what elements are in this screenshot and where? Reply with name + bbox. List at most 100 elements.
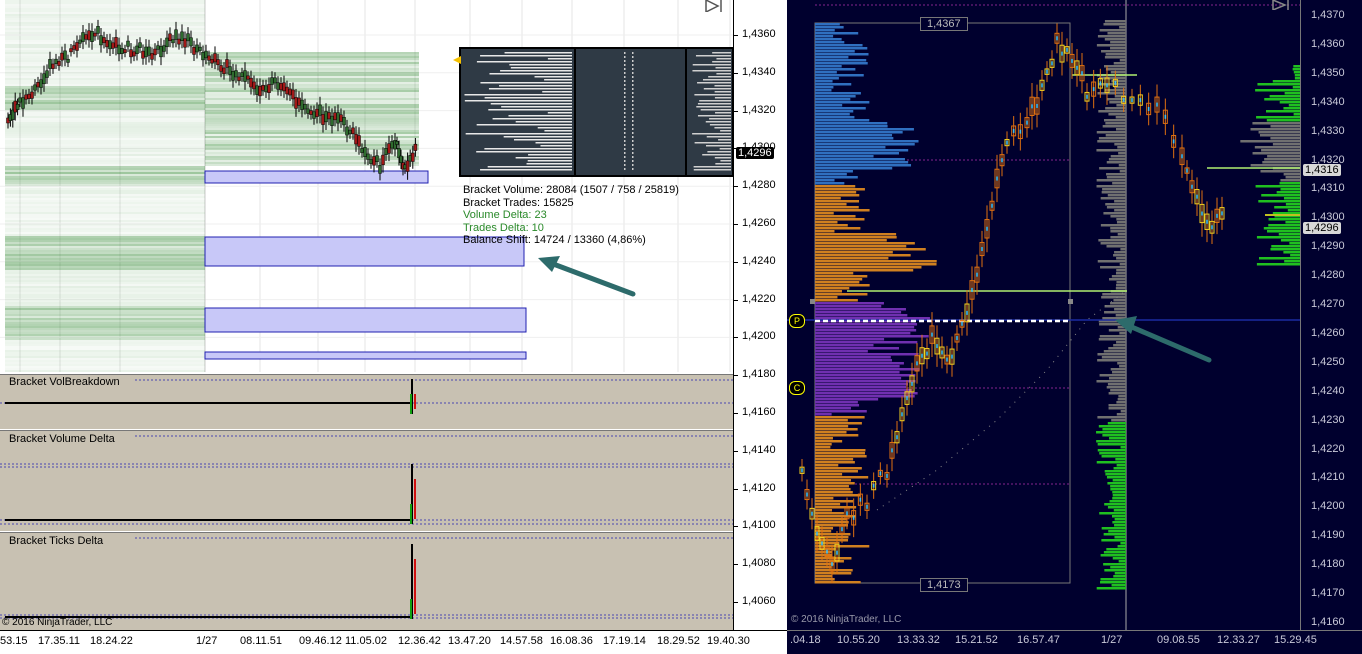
- left-price-axis[interactable]: 1,43601,43401,43201,43001,42801,42601,42…: [733, 0, 787, 630]
- right-profile-bar: [1292, 86, 1300, 89]
- session-profile-bar: [1108, 347, 1126, 350]
- profile-band: [5, 286, 205, 288]
- session-profile-bar: [1106, 173, 1126, 176]
- profile-band: [5, 196, 205, 198]
- profile-band: [5, 256, 205, 258]
- session-profile-bar: [1103, 563, 1126, 566]
- vol-profile-bar: [815, 563, 835, 566]
- right-chart[interactable]: 1,4367 1,4173 P C © 2016 NinjaTrader, LL…: [787, 0, 1362, 654]
- scroll-end-icon[interactable]: [704, 0, 724, 12]
- candle-body: [228, 66, 232, 75]
- profile-band: [5, 112, 205, 114]
- profile-band: [205, 122, 419, 124]
- profile-band: [5, 134, 205, 136]
- depth-tick: [632, 72, 634, 74]
- session-profile-bar: [1116, 464, 1126, 467]
- candle-marker: [1066, 47, 1068, 52]
- depth-bar: [542, 91, 572, 93]
- session-profile-bar: [1118, 152, 1126, 155]
- vol-profile-bar: [815, 455, 867, 458]
- candle-body: [171, 39, 175, 44]
- vol-profile-bar: [815, 371, 900, 374]
- profile-band: [5, 122, 205, 124]
- candle-marker: [1172, 139, 1175, 144]
- candle-body: [216, 59, 220, 66]
- right-time-tick: 1/27: [1101, 634, 1123, 646]
- candle-body: [81, 32, 85, 42]
- right-profile-bar: [1268, 224, 1300, 227]
- depth-tick: [632, 124, 634, 126]
- depth-bar: [528, 154, 572, 156]
- depth-tick: [632, 108, 634, 110]
- profile-band: [5, 336, 205, 338]
- right-time-axis[interactable]: .04.18 10.55.20 13.33.32 15.21.52 16.57.47 1/…: [787, 630, 1362, 654]
- profile-band: [5, 100, 205, 102]
- session-profile-bar: [1116, 413, 1126, 416]
- session-profile-bar: [1099, 512, 1126, 515]
- vol-profile-bar: [815, 485, 849, 488]
- right-price-axis[interactable]: 1,4370 1,4360 1,4350 1,4340 1,4330 1,4320 1,43…: [1300, 0, 1362, 630]
- left-time-axis[interactable]: 53.15 17.35.11 18.24.22 1/27 08.11.51 09.46.1…: [0, 630, 787, 654]
- session-profile-bar: [1110, 236, 1126, 239]
- right-profile-bar: [1293, 65, 1300, 68]
- session-profile-bar: [1105, 203, 1126, 206]
- session-profile-bar: [1108, 113, 1126, 116]
- profile-band: [5, 280, 205, 282]
- candle-marker: [1201, 211, 1203, 216]
- depth-bar: [709, 124, 731, 126]
- profile-band: [205, 142, 419, 144]
- right-copyright: © 2016 NinjaTrader, LLC: [791, 614, 902, 625]
- right-price-panel[interactable]: [787, 0, 1300, 630]
- vol-profile-bar: [815, 173, 847, 176]
- left-price-tick: 1,4100: [742, 519, 776, 532]
- candle-body: [237, 76, 241, 81]
- profile-band: [205, 54, 419, 56]
- right-profile-bar: [1285, 203, 1300, 206]
- profile-band: [5, 180, 205, 182]
- profile-band: [5, 56, 205, 58]
- session-profile-bar: [1109, 437, 1126, 440]
- vol-profile-bar: [815, 446, 831, 449]
- depth-tick: [632, 168, 634, 170]
- depth-bar: [503, 136, 572, 138]
- candle-body: [378, 165, 382, 174]
- session-profile-bar: [1110, 71, 1126, 74]
- candle-marker: [1041, 83, 1043, 88]
- session-profile-bar: [1096, 179, 1126, 182]
- vol-profile-bar: [815, 401, 858, 404]
- depth-tick: [624, 128, 626, 130]
- vol-profile-bar: [815, 359, 892, 362]
- profile-band: [5, 158, 205, 160]
- profile-band: [5, 296, 205, 298]
- candle-body: [330, 115, 334, 126]
- vol-profile-bar: [815, 161, 909, 164]
- vol-profile-bar: [815, 443, 832, 446]
- depth-tick: [632, 100, 634, 102]
- profile-band: [5, 190, 205, 192]
- left-chart[interactable]: Bracket VolBreakdown Bracket Volume Delt…: [0, 0, 787, 654]
- session-profile-bar: [1116, 221, 1126, 224]
- candle-body: [45, 70, 49, 78]
- left-time-tick: 53.15: [0, 635, 28, 647]
- depth-tick: [624, 168, 626, 170]
- depth-bar: [547, 58, 572, 60]
- depth-tick: [624, 92, 626, 94]
- right-profile-bar: [1250, 164, 1300, 167]
- vol-profile-bar: [815, 344, 874, 347]
- depth-bar: [714, 91, 731, 93]
- right-scroll-end-icon[interactable]: [1271, 0, 1291, 10]
- candle-marker: [1221, 211, 1223, 216]
- candle-body: [54, 58, 58, 64]
- candle-body: [198, 46, 202, 51]
- session-profile-bar: [1099, 167, 1126, 170]
- vol-profile-bar: [815, 44, 863, 47]
- vol-profile-bar: [815, 254, 911, 257]
- depth-tick: [624, 160, 626, 162]
- candle-body: [162, 45, 166, 52]
- profile-band: [5, 346, 205, 348]
- profile-band: [5, 184, 205, 186]
- session-profile-bar: [1098, 425, 1126, 428]
- session-profile-bar: [1103, 23, 1126, 26]
- bracket-box: [204, 307, 527, 333]
- right-price-tick: 1,4280: [1311, 269, 1345, 282]
